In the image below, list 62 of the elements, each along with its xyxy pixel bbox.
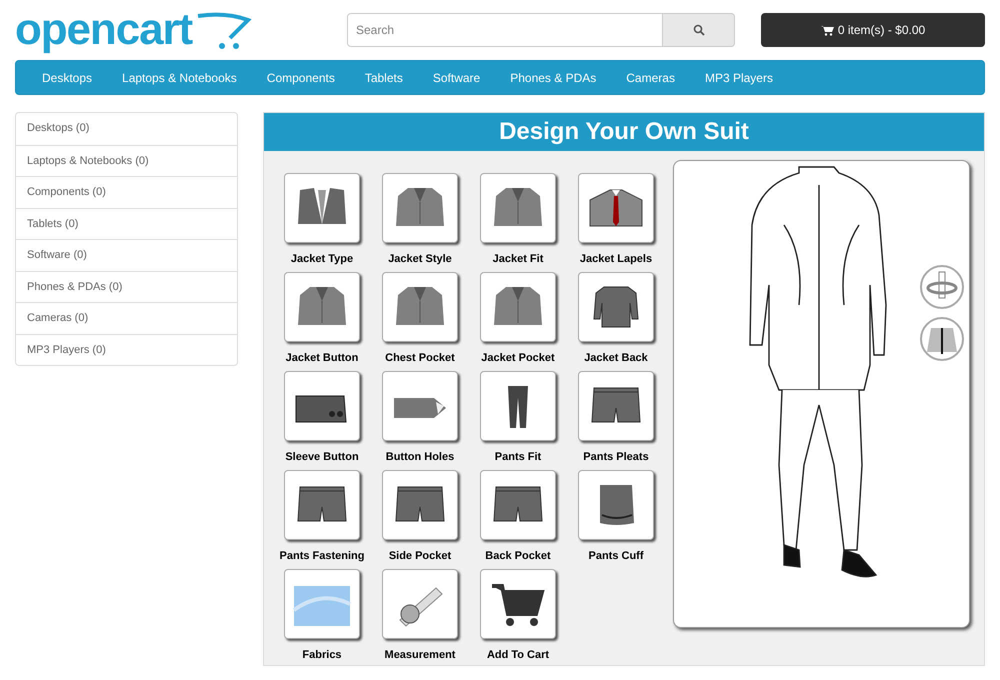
option-label: Jacket Lapels (580, 252, 652, 267)
option-label: Sleeve Button (285, 450, 359, 465)
option-label: Pants Fit (494, 450, 542, 465)
nav-link[interactable]: Phones & PDAs (495, 68, 612, 86)
option-label: Pants Fastening (280, 549, 364, 564)
option-tile[interactable] (284, 272, 360, 342)
option-tile[interactable] (480, 272, 556, 342)
cart-button[interactable]: 0 item(s) - $0.00 (761, 13, 985, 47)
category-link[interactable]: MP3 Players (0) (16, 334, 237, 365)
nav-link[interactable]: Laptops & Notebooks (107, 68, 252, 86)
option-label: Back Pocket (485, 549, 551, 564)
nav-link[interactable]: MP3 Players (690, 68, 788, 86)
option-tile[interactable] (382, 173, 458, 243)
category-link[interactable]: Laptops & Notebooks (0) (16, 144, 237, 176)
option-tile[interactable] (480, 569, 556, 639)
option-label: Jacket Type (290, 252, 354, 267)
nav-link[interactable]: Components (252, 68, 350, 86)
option-label: Jacket Fit (492, 252, 544, 267)
option-label: Jacket Back (584, 351, 648, 366)
option-tile[interactable] (578, 173, 654, 243)
option-label: Measurement (384, 648, 456, 663)
nav-link[interactable]: Desktops (27, 68, 108, 86)
option-tile[interactable] (480, 173, 556, 243)
option-tile[interactable] (284, 371, 360, 441)
cart-icon (820, 24, 834, 36)
option-label: Pants Pleats (583, 450, 649, 465)
option-tile[interactable] (578, 470, 654, 540)
logo[interactable]: opencart (15, 8, 192, 52)
option-tile[interactable] (382, 272, 458, 342)
option-tile[interactable] (578, 272, 654, 342)
option-tile[interactable] (284, 173, 360, 243)
cart-swoosh-icon (196, 10, 252, 50)
designer-title: Design Your Own Suit (264, 113, 984, 151)
option-tile[interactable] (480, 470, 556, 540)
nav-link[interactable]: Tablets (350, 68, 418, 86)
option-label: Jacket Pocket (481, 351, 555, 366)
option-label: Add To Cart (486, 648, 550, 663)
option-tile[interactable] (578, 371, 654, 441)
nav-link[interactable]: Cameras (611, 68, 690, 86)
option-label: Chest Pocket (385, 351, 455, 366)
option-tile[interactable] (480, 371, 556, 441)
search-field[interactable]: Search (347, 13, 663, 47)
option-label: Button Holes (386, 450, 454, 465)
option-label: Jacket Style (388, 252, 452, 267)
category-link[interactable]: Tablets (0) (16, 208, 237, 239)
option-label: Jacket Button (286, 351, 358, 366)
option-label: Fabrics (302, 648, 342, 663)
search-icon (692, 24, 704, 36)
option-tile[interactable] (382, 371, 458, 441)
option-tile[interactable] (382, 569, 458, 639)
option-label: Side Pocket (388, 549, 452, 564)
option-tile[interactable] (284, 470, 360, 540)
option-tile[interactable] (382, 470, 458, 540)
nav-link[interactable]: Software (418, 68, 496, 86)
category-link[interactable]: Desktops (0) (16, 113, 237, 144)
category-link[interactable]: Components (0) (16, 176, 237, 208)
category-link[interactable]: Cameras (0) (16, 302, 237, 334)
category-link[interactable]: Software (0) (16, 239, 237, 270)
option-tile[interactable] (284, 569, 360, 639)
category-link[interactable]: Phones & PDAs (0) (16, 270, 237, 302)
option-label: Pants Cuff (588, 549, 644, 564)
rotate-view-icon[interactable] (919, 264, 965, 310)
